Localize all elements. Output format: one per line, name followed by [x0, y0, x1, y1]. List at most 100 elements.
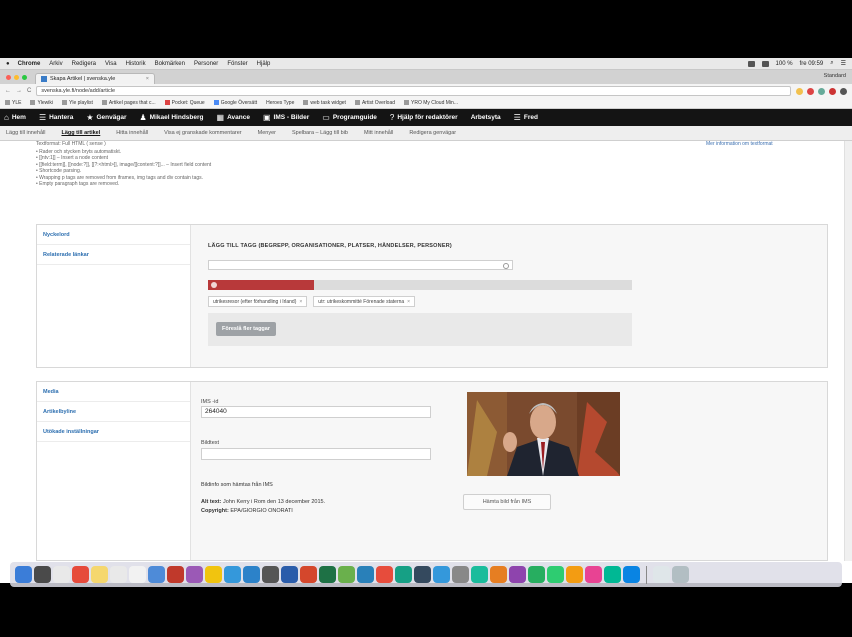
forward-icon[interactable]: →: [16, 88, 22, 94]
text-format-more-link[interactable]: Mer information om textformat: [706, 141, 773, 148]
ims-id-field[interactable]: 264040: [201, 406, 431, 418]
tag-chip[interactable]: utrikesresor (efter förhandling i Irland…: [208, 296, 308, 307]
tab-find-content[interactable]: Hitta innehåll: [116, 130, 148, 136]
address-bar[interactable]: svenska.yle.fi/node/add/article: [36, 86, 791, 96]
vlc-player-icon[interactable]: [566, 566, 583, 583]
bookmark-item[interactable]: YRO My Cloud Min...: [404, 100, 458, 106]
photoshop-icon[interactable]: [490, 566, 507, 583]
apple-icon[interactable]: ●: [6, 61, 10, 67]
tab-unreviewed-comments[interactable]: Visa ej granskade kommentarer: [164, 130, 242, 136]
bookmark-item[interactable]: Pocket: Queue: [164, 100, 205, 106]
tab-close-icon[interactable]: ×: [146, 76, 149, 82]
minimize-window-icon[interactable]: [14, 75, 19, 80]
bookmark-item[interactable]: Artist Overload: [354, 100, 395, 106]
volume-icon[interactable]: [761, 60, 769, 67]
dashboard-icon[interactable]: [34, 566, 51, 583]
facetime-icon[interactable]: [471, 566, 488, 583]
suggest-tags-button[interactable]: Föreslå fler taggar: [216, 322, 276, 336]
back-icon[interactable]: ←: [5, 88, 11, 94]
admin-fred[interactable]: ☰ Fred: [514, 113, 538, 122]
vtab-related-links[interactable]: Relaterade länkar: [37, 245, 190, 265]
reload-icon[interactable]: C: [27, 88, 31, 94]
tab-playable[interactable]: Spelbara – Lägg till bib: [292, 130, 348, 136]
illustrator-icon[interactable]: [509, 566, 526, 583]
tab-edit-shortcuts[interactable]: Redigera genvägar: [409, 130, 456, 136]
excel-icon[interactable]: [319, 566, 336, 583]
tab-add-content[interactable]: Lägg till innehåll: [6, 130, 45, 136]
bookmark-item[interactable]: Heroes Type: [266, 100, 294, 106]
vtab-keywords[interactable]: Nyckelord: [37, 225, 190, 245]
downloads-icon[interactable]: [653, 566, 670, 583]
chrome-icon[interactable]: [72, 566, 89, 583]
scrollbar[interactable]: [844, 141, 852, 561]
bookmark-item[interactable]: web task widget: [303, 100, 346, 106]
admin-ims-images[interactable]: ▣ IMS - Bilder: [263, 113, 309, 122]
settings-icon[interactable]: [840, 87, 847, 95]
zoom-window-icon[interactable]: [22, 75, 27, 80]
admin-avance[interactable]: ▦ Avance: [217, 113, 250, 122]
tab-my-content[interactable]: Mitt innehåll: [364, 130, 393, 136]
vtab-media[interactable]: Media: [37, 382, 190, 402]
safari-icon[interactable]: [148, 566, 165, 583]
messages-icon[interactable]: [395, 566, 412, 583]
profile-name[interactable]: Standard: [824, 73, 846, 79]
bookmark-item[interactable]: Artikel pages that c...: [101, 100, 156, 106]
preview-icon[interactable]: [452, 566, 469, 583]
notes-icon[interactable]: [91, 566, 108, 583]
tab-menus[interactable]: Menyer: [258, 130, 276, 136]
fetch-image-button[interactable]: Hämta bild från IMS: [463, 494, 551, 510]
menu-arkiv[interactable]: Arkiv: [49, 61, 62, 67]
vtab-advanced-settings[interactable]: Utökade inställningar: [37, 422, 190, 442]
textedit-icon[interactable]: [129, 566, 146, 583]
admin-home[interactable]: ⌂ Hem: [4, 113, 26, 122]
close-window-icon[interactable]: [6, 75, 11, 80]
remove-tag-icon[interactable]: ×: [407, 299, 410, 305]
itunes-icon[interactable]: [186, 566, 203, 583]
trash-icon[interactable]: [672, 566, 689, 583]
admin-user[interactable]: ♟ Mikael Hindsberg: [140, 113, 204, 122]
terminal-icon[interactable]: [414, 566, 431, 583]
wifi-icon[interactable]: [747, 60, 755, 67]
menu-chrome[interactable]: Chrome: [18, 61, 41, 67]
tab-add-article[interactable]: Lägg till artikel: [61, 130, 100, 136]
menu-redigera[interactable]: Redigera: [72, 61, 96, 67]
battery-level[interactable]: 100 %: [776, 61, 793, 67]
menu-historik[interactable]: Historik: [126, 61, 146, 67]
caption-field[interactable]: [201, 448, 431, 460]
menu-bokmarken[interactable]: Bokmärken: [155, 61, 185, 67]
browser-tab[interactable]: Skapa Artikel | svenska.yle ×: [35, 73, 155, 84]
spotify-icon[interactable]: [547, 566, 564, 583]
word-icon[interactable]: [281, 566, 298, 583]
skype-icon[interactable]: [243, 566, 260, 583]
menu-hjalp[interactable]: Hjälp: [257, 61, 271, 67]
admin-workspace[interactable]: Arbetsyta: [471, 114, 501, 121]
tag-chip[interactable]: utr: utrikeskommitté Förenade staterna ×: [313, 296, 416, 307]
system-preferences-icon[interactable]: [262, 566, 279, 583]
search-icon[interactable]: ⌕: [830, 60, 833, 67]
admin-help[interactable]: ? Hjälp för redaktörer: [390, 113, 458, 122]
powerpoint-icon[interactable]: [300, 566, 317, 583]
admin-shortcuts[interactable]: ★ Genvägar: [86, 113, 126, 122]
clock[interactable]: fre 09:59: [800, 61, 824, 67]
lastpass-icon[interactable]: [829, 87, 836, 95]
maps-icon[interactable]: [338, 566, 355, 583]
menu-fonster[interactable]: Fönster: [227, 61, 247, 67]
vlc-icon[interactable]: [433, 566, 450, 583]
bookmark-item[interactable]: Ylewiki: [30, 100, 53, 106]
evernote-icon[interactable]: [528, 566, 545, 583]
app-store-icon[interactable]: [224, 566, 241, 583]
admin-programguide[interactable]: ▭ Programguide: [322, 113, 377, 122]
photos-icon[interactable]: [167, 566, 184, 583]
calendar-icon[interactable]: [110, 566, 127, 583]
tag-input[interactable]: [208, 260, 513, 270]
mail-icon[interactable]: [357, 566, 374, 583]
menu-visa[interactable]: Visa: [105, 61, 117, 67]
vtab-article-byline[interactable]: Artikelbyline: [37, 402, 190, 422]
bookmark-item[interactable]: YLE: [5, 100, 21, 106]
extension-icon[interactable]: [818, 87, 825, 95]
menu-list-icon[interactable]: ☰: [841, 60, 846, 67]
dropbox-icon[interactable]: [585, 566, 602, 583]
pocket-icon[interactable]: [807, 87, 814, 95]
music-icon[interactable]: [376, 566, 393, 583]
launchpad-icon[interactable]: [53, 566, 70, 583]
